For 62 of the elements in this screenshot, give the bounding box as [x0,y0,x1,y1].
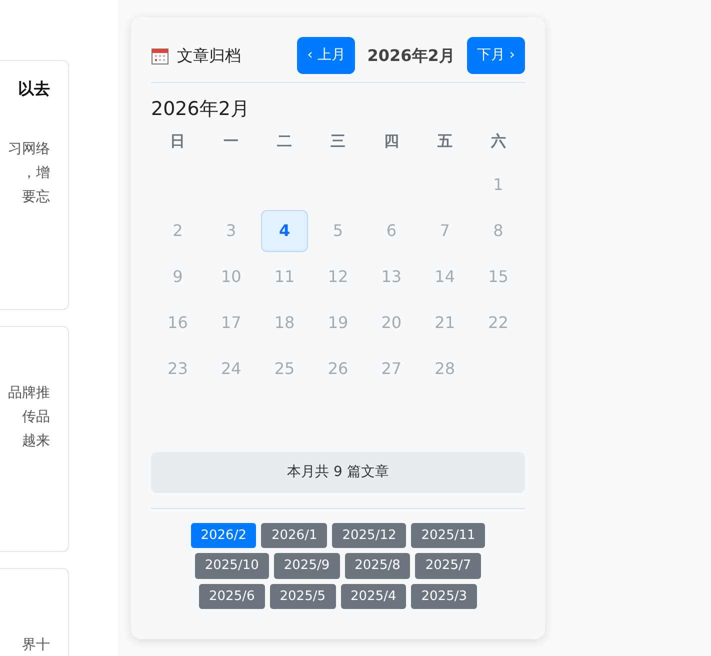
calendar-day[interactable]: 6 [368,210,416,252]
weekday-header: 二 [276,130,294,152]
calendar-day[interactable]: 20 [368,302,416,344]
post-excerpt-line: 习网络 [7,140,50,159]
month-link[interactable]: 2025/4 [340,584,406,609]
calendar-day[interactable]: 25 [260,348,308,390]
calendar-day[interactable]: 18 [260,302,308,344]
archive-title: 文章归档 [177,44,241,66]
calendar-day[interactable]: 1 [474,164,522,206]
calendar-day[interactable]: 11 [260,256,308,298]
month-post-count: 本月共 9 篇文章 [151,452,525,492]
month-link[interactable]: 2025/5 [270,584,336,609]
calendar-day[interactable]: 15 [474,256,522,298]
calendar-day[interactable]: 28 [421,348,469,390]
post-excerpt-line: 界十 [21,636,50,655]
calendar-day[interactable]: 10 [207,256,255,298]
calendar-day[interactable]: 2 [154,210,202,252]
calendar-day[interactable]: 26 [314,348,362,390]
calendar-day[interactable]: 17 [207,302,255,344]
calendar-day[interactable]: 21 [421,302,469,344]
weekday-header: 五 [436,130,454,152]
weekday-header: 一 [222,130,240,152]
post-excerpt-line: ，增 [21,164,50,183]
month-link[interactable]: 2025/12 [332,522,406,548]
weekday-header: 日 [169,130,186,152]
weekday-header: 四 [382,130,400,152]
calendar-day[interactable]: 12 [314,256,362,298]
calendar-day[interactable]: 14 [421,256,469,298]
month-link[interactable]: 2025/9 [274,553,340,578]
calendar-day[interactable]: 23 [154,348,202,390]
calendar-day[interactable]: 13 [368,256,416,298]
month-link[interactable]: 2025/10 [194,553,269,578]
calendar-icon [151,46,169,64]
post-excerpt-line: 传品 [21,408,50,427]
calendar-day[interactable]: 27 [368,348,416,390]
calendar-day[interactable]: 16 [154,302,202,344]
calendar-day[interactable]: 5 [314,210,362,252]
current-month-label: 2026年2月 [366,44,456,66]
calendar-day[interactable]: 24 [207,348,255,390]
weekday-header: 三 [329,130,346,152]
month-link[interactable]: 2025/6 [199,584,265,609]
calendar-day[interactable]: 9 [154,256,202,298]
post-title[interactable]: 以去 [0,77,50,101]
month-link[interactable]: 2025/3 [411,584,477,609]
calendar-day[interactable]: 7 [421,210,469,252]
month-link[interactable]: 2025/7 [415,553,482,578]
month-link[interactable]: 2025/8 [344,553,410,578]
calendar-day[interactable]: 8 [474,210,522,252]
month-link[interactable]: 2026/1 [261,522,328,548]
next-month-button[interactable]: 下月 › [466,37,525,74]
calendar-day[interactable]: 19 [314,302,362,344]
month-link[interactable]: 2026/2 [190,522,256,548]
calendar-day[interactable]: 4 [260,210,308,252]
calendar-day[interactable]: 22 [474,302,522,344]
month-link[interactable]: 2025/11 [411,522,486,548]
calendar-day[interactable]: 3 [207,210,255,252]
post-excerpt-line: 品牌推 [7,384,50,403]
post-excerpt-line: 越来 [21,432,50,451]
previous-month-button[interactable]: ‹ 上月 [297,37,356,74]
weekday-header: 六 [490,130,507,152]
calendar-title: 2026年2月 [151,97,250,122]
post-excerpt-line: 要忘 [21,188,50,207]
